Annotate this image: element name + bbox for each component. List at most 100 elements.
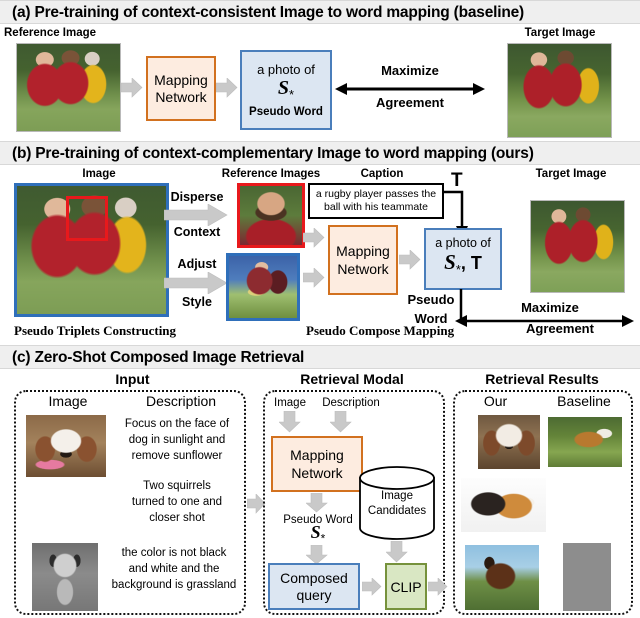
panel-a-maximize-agreement-arrow <box>335 83 485 95</box>
panel-c-input-image-2 <box>22 483 108 540</box>
panel-c-input-image-1 <box>26 415 106 477</box>
panel-c-header: (c) Zero-Shot Composed Image Retrieval <box>0 345 640 369</box>
panel-c-mapping-line2: Network <box>291 465 343 481</box>
desc-1-line-1: Focus on the face of <box>124 418 230 430</box>
panel-b-reference-images-label: Reference Images <box>221 168 321 180</box>
desc-2-line-1: Two squirrels <box>143 480 211 492</box>
panel-a-prompt-token-sub: * <box>289 87 295 102</box>
panel-c-mapping-network-box: Mapping Network <box>271 436 363 492</box>
panel-c-pseudo-word-down-arrow <box>306 545 328 565</box>
desc-3-line-3: background is grassland <box>111 579 237 591</box>
panel-a-target-image-label: Target Image <box>524 27 596 39</box>
panel-c-modal-in-image-label: Image <box>274 397 306 409</box>
panel-c-retrieval-results-title: Retrieval Results <box>485 371 599 387</box>
panel-c-retrieval-modal-title: Retrieval Modal <box>300 371 404 387</box>
desc-1-line-3: remove sunflower <box>131 450 223 462</box>
panel-b-arrow-to-prompt <box>399 250 421 270</box>
desc-2-line-2: turned to one and <box>131 496 223 508</box>
panel-c-result-our-2 <box>461 478 546 532</box>
panel-a-objective-line2: Agreement <box>376 95 444 110</box>
panel-c-clip-to-results-arrow <box>428 578 448 596</box>
panel-b-caption-line2: ball with his teammate <box>324 201 428 213</box>
panel-a-arrow-1 <box>121 78 143 98</box>
panel-c-image-candidates-label: Image Candidates <box>358 489 436 519</box>
panel-c-candidates-down-arrow <box>386 541 408 563</box>
panel-c-input-description-2: Two squirrels turned to one and closer s… <box>112 478 242 526</box>
panel-a-reference-image-label: Reference Image <box>4 27 97 39</box>
desc-2-line-3: closer shot <box>149 512 205 524</box>
panel-c-composed-line2: query <box>296 586 332 603</box>
panel-b-disperse-arrow <box>164 204 228 226</box>
panel-c-pseudo-word-token: S* <box>266 522 370 546</box>
panel-c-clip-label: CLIP <box>390 578 422 595</box>
panel-b-prompt-token: S <box>444 250 456 275</box>
panel-c-clip-box: CLIP <box>385 563 427 610</box>
panel-b-prompt-token-suffix: , T <box>460 253 482 274</box>
panel-c-input-title: Input <box>115 371 150 387</box>
panel-c-pseudo-token-sub: * <box>320 531 326 546</box>
panel-c-input-description-1: Focus on the face of dog in sunlight and… <box>112 416 242 464</box>
panel-b-arrow-to-mapping-2 <box>303 268 325 288</box>
panel-c-result-baseline-2 <box>547 478 627 532</box>
panel-c-mapping-down-arrow <box>306 493 328 513</box>
panel-c-result-our-1 <box>478 415 540 469</box>
panel-b-image-label: Image <box>82 168 116 180</box>
panel-c-pseudo-token-s: S <box>310 522 321 542</box>
panel-b-stage1-caption: Pseudo Triplets Constructing <box>14 323 177 338</box>
panel-b-style-label: Style <box>182 295 212 309</box>
panel-b-target-image <box>530 200 625 293</box>
panel-b-adjust-label: Adjust <box>177 257 217 271</box>
panel-c-modal-description-down-arrow <box>330 411 352 433</box>
panel-b-prompt-box: a photo of S*, T <box>424 228 502 290</box>
panel-b-reference-image-1 <box>237 183 305 248</box>
panel-c-result-baseline-1 <box>548 417 622 467</box>
panel-b-mapping-line2: Network <box>337 261 389 277</box>
panel-a-pseudo-word-label: Pseudo Word <box>249 106 323 118</box>
panel-a-prompt-line1: a photo of <box>257 62 315 77</box>
panel-c-modal-in-description-label: Description <box>322 397 380 409</box>
panel-a-prompt-box: a photo of S* Pseudo Word <box>240 50 332 130</box>
panel-c-mapping-line1: Mapping <box>290 447 344 463</box>
panel-c-input-col-image: Image <box>48 393 88 409</box>
panel-b-header: (b) Pre-training of context-complementar… <box>0 141 640 165</box>
panel-b-caption-line1: a rugby player passes the <box>315 188 437 200</box>
panel-a-target-image <box>507 43 612 138</box>
panel-b-caption-box: a rugby player passes the ball with his … <box>308 183 444 219</box>
panel-b-mapping-line1: Mapping <box>336 243 390 259</box>
panel-b-reference-image-2 <box>226 253 300 321</box>
panel-a-objective-line1: Maximize <box>381 63 439 78</box>
panel-b-pseudo-word-line1: Pseudo <box>407 292 455 307</box>
desc-3-line-2: and white and the <box>128 563 220 575</box>
panel-b-target-image-label: Target Image <box>535 168 607 180</box>
panel-c-composed-query-box: Composed query <box>268 563 360 610</box>
panel-a-mapping-line2: Network <box>155 88 207 105</box>
candidates-line-1: Image <box>381 490 413 502</box>
panel-b-mapping-network-box: Mapping Network <box>328 225 398 295</box>
desc-1-line-2: dog in sunlight and <box>128 434 226 446</box>
panel-b-stage2-caption: Pseudo Compose Mapping <box>306 323 455 338</box>
panel-a-mapping-network-box: Mapping Network <box>146 56 216 121</box>
panel-c-input-image-3 <box>32 543 98 611</box>
candidates-line-2: Candidates <box>367 505 427 517</box>
panel-b-caption-label: Caption <box>360 168 404 180</box>
panel-b-context-label: Context <box>173 225 221 239</box>
panel-a-header: (a) Pre-training of context-consistent I… <box>0 0 640 24</box>
panel-b-objective-line2: Agreement <box>526 321 594 336</box>
panel-c-results-col-our: Our <box>483 393 508 409</box>
panel-b-adjust-arrow <box>164 272 228 294</box>
panel-c-results-col-baseline: Baseline <box>557 393 611 409</box>
panel-b-objective-line1: Maximize <box>521 300 579 315</box>
panel-a-reference-image <box>16 43 121 132</box>
panel-c-result-baseline-3 <box>563 543 611 611</box>
panel-c-composed-line1: Composed <box>280 569 348 586</box>
panel-c-result-our-3 <box>465 545 539 610</box>
panel-c-composed-to-clip-arrow <box>362 578 382 596</box>
panel-a-mapping-line1: Mapping <box>154 71 208 88</box>
desc-3-line-1: the color is not black <box>121 547 227 559</box>
panel-c-input-description-3: the color is not black and white and the… <box>104 545 244 593</box>
panel-a-prompt-token: S <box>277 77 290 99</box>
panel-b-source-image-crop-highlight <box>66 196 108 241</box>
panel-b-disperse-label: Disperse <box>170 190 224 204</box>
panel-c-input-col-description: Description <box>145 393 217 409</box>
panel-b-prompt-line1: a photo of <box>435 236 491 251</box>
